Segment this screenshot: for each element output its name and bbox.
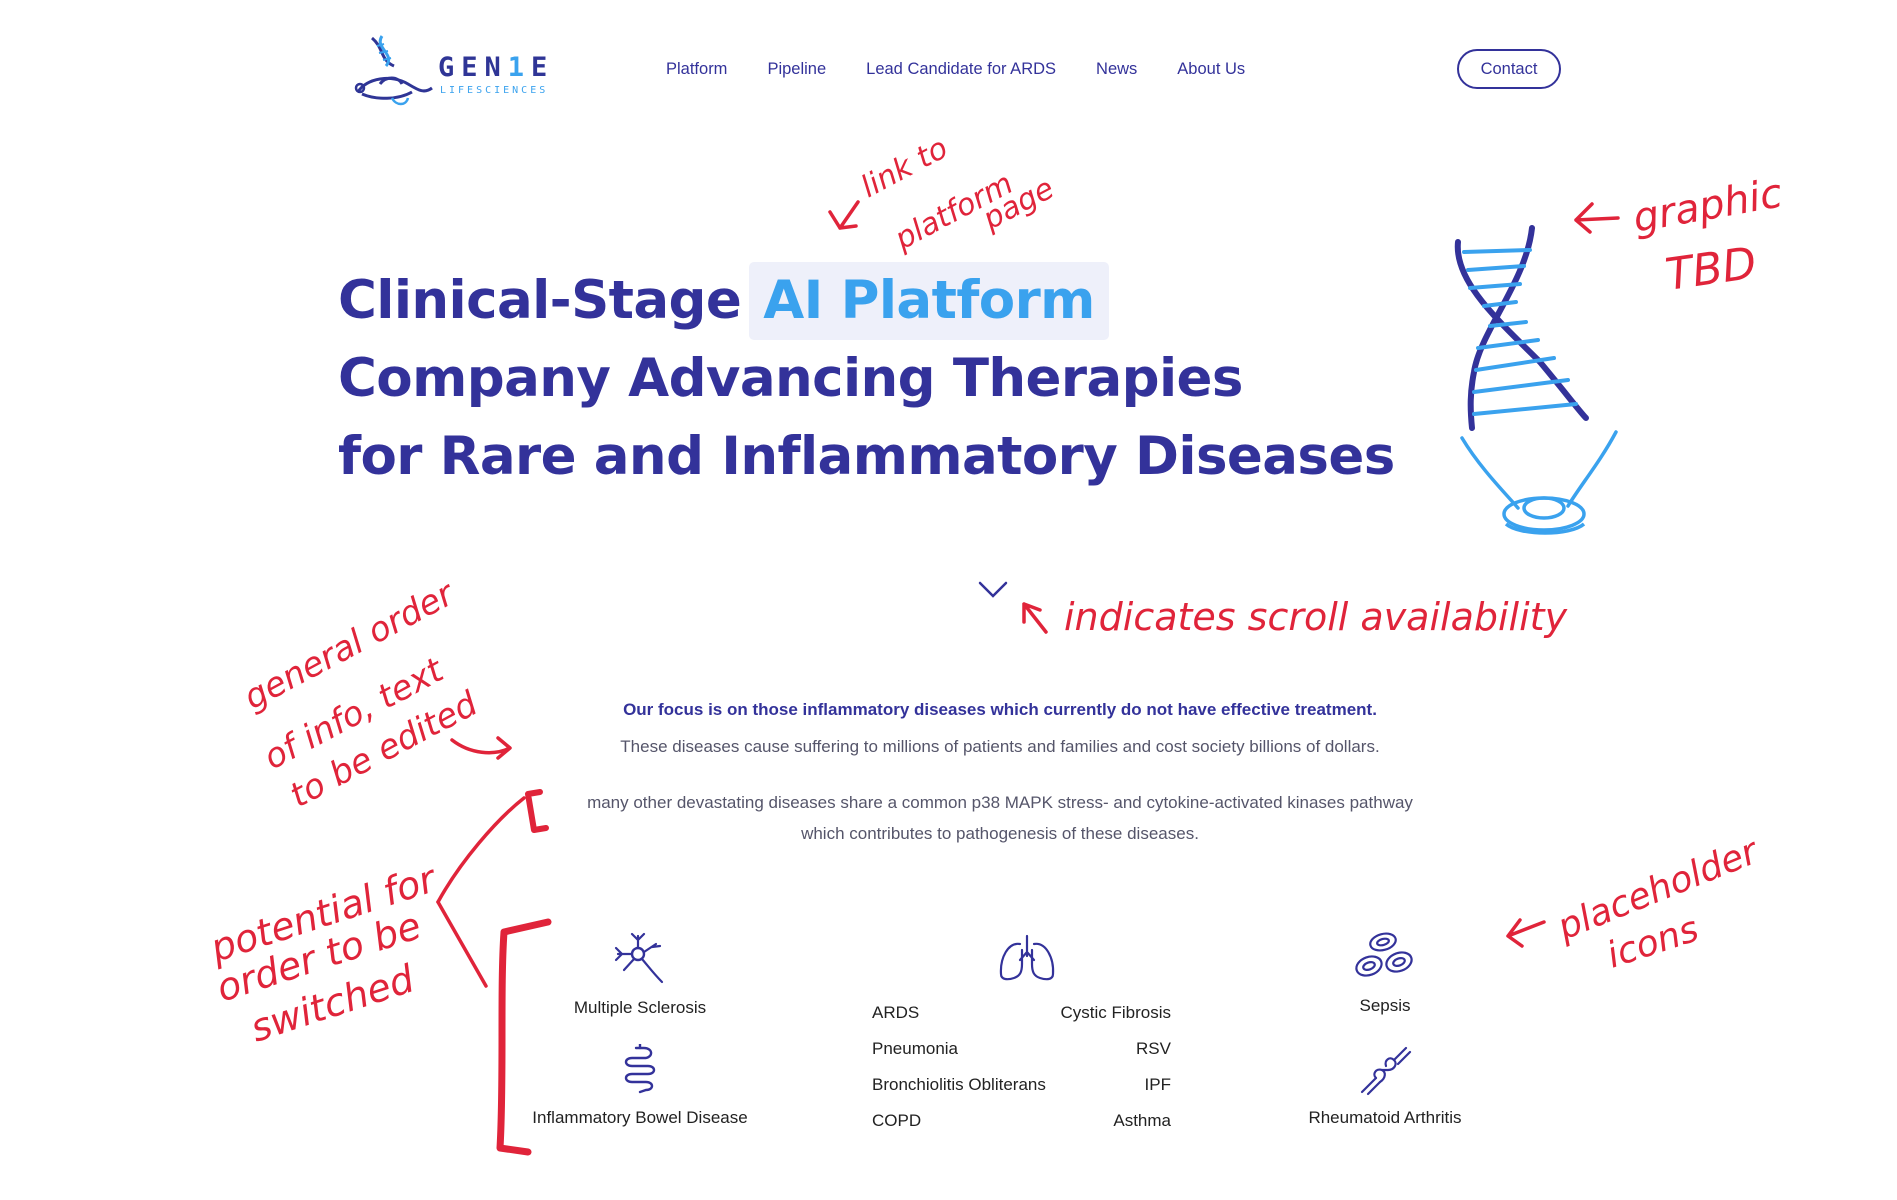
hero-line-1: Clinical-Stage AI Platform	[338, 262, 1395, 340]
hero-prefix: Clinical-Stage	[338, 270, 742, 331]
annotation-link-text-1: link to	[855, 131, 953, 205]
disease-label-rsv: RSV	[1136, 1039, 1171, 1058]
main-nav: Platform Pipeline Lead Candidate for ARD…	[666, 60, 1245, 79]
dna-graphic-icon	[1454, 225, 1618, 535]
annotation-graphic-text-1: graphic	[1630, 170, 1786, 241]
disease-label-ms: Multiple Sclerosis	[573, 998, 707, 1017]
nav-pipeline[interactable]: Pipeline	[767, 60, 826, 79]
chevron-down-icon[interactable]	[978, 580, 1008, 600]
nav-platform[interactable]: Platform	[666, 60, 727, 79]
disease-label-sepsis: Sepsis	[1359, 996, 1411, 1015]
annotation-layer: link to platform page graphic TBD indica…	[204, 131, 1786, 1156]
disease-label-copd: COPD	[872, 1111, 922, 1130]
hero-line-3: for Rare and Inflammatory Diseases	[338, 426, 1395, 487]
annotation-graphic-text-2: TBD	[1662, 238, 1759, 301]
annotation-scroll: indicates scroll availability	[1022, 595, 1568, 639]
brand-name: GEN1E	[438, 52, 555, 83]
intro-cost-text: These diseases cause suffering to millio…	[620, 737, 1380, 756]
annotation-link-text-3: page	[976, 171, 1059, 238]
intro-pathway-line-1: many other devastating diseases share a …	[587, 793, 1413, 812]
annotation-order-text-2: of info, text	[257, 650, 451, 778]
intestine-icon	[624, 1044, 656, 1094]
nav-about-us[interactable]: About Us	[1177, 60, 1245, 79]
annotation-scroll-text: indicates scroll availability	[1064, 595, 1568, 639]
brand-tagline: LIFESCIENCES	[440, 85, 549, 96]
disease-label-ipf: IPF	[1144, 1075, 1171, 1094]
disease-label-ards: ARDS	[872, 1003, 920, 1022]
nav-lead-candidate[interactable]: Lead Candidate for ARDS	[866, 60, 1056, 79]
disease-label-ra: Rheumatoid Arthritis	[1308, 1108, 1462, 1127]
brand-logo[interactable]: GEN1E LIFESCIENCES	[352, 30, 552, 110]
nav-news[interactable]: News	[1096, 60, 1137, 79]
annotation-link-text-2: platform	[888, 166, 1018, 257]
neuron-icon	[614, 932, 664, 984]
disease-ra: Rheumatoid Arthritis	[1265, 1044, 1505, 1128]
hero-platform-link[interactable]: AI Platform	[749, 262, 1109, 340]
disease-sepsis: Sepsis	[1285, 932, 1485, 1016]
annotation-placeholder-icons: placeholder icons	[1506, 830, 1766, 977]
blood-cells-icon	[1355, 932, 1413, 977]
intro-pathway-text: many other devastating diseases share a …	[500, 787, 1500, 849]
annotation-order-text-1: general order	[237, 573, 462, 718]
joint-icon	[1360, 1046, 1412, 1096]
disease-ibd: Inflammatory Bowel Disease	[500, 1044, 780, 1128]
hero-heading: Clinical-Stage AI Platform Company Advanc…	[338, 262, 1395, 496]
annotation-general-order: general order of info, text to be edited	[237, 573, 512, 816]
contact-button[interactable]: Contact	[1457, 49, 1561, 89]
disease-multiple-sclerosis: Multiple Sclerosis	[540, 930, 740, 1018]
dna-logo-icon	[354, 35, 433, 106]
lungs-icon	[999, 934, 1055, 981]
annotation-order-text-3: to be edited	[283, 684, 484, 816]
intro-section: Our focus is on those inflammatory disea…	[500, 700, 1500, 849]
annotation-switch-text-3: switched	[245, 956, 420, 1050]
annotation-switch-text-1: potential for	[204, 856, 443, 971]
annotation-switch-text-2: order to be	[211, 903, 426, 1010]
annotation-icons-text-2: icons	[1602, 909, 1704, 977]
disease-label-pneumonia: Pneumonia	[872, 1039, 959, 1058]
disease-label-bronchiolitis: Bronchiolitis Obliterans	[872, 1075, 1046, 1094]
disease-label-asthma: Asthma	[1113, 1111, 1171, 1130]
annotation-order-switch: potential for order to be switched	[204, 789, 552, 1156]
annotation-icons-text-1: placeholder	[1551, 830, 1765, 948]
disease-label-cystic-fibrosis: Cystic Fibrosis	[1060, 1003, 1171, 1022]
intro-focus-text: Our focus is on those inflammatory disea…	[623, 700, 1377, 719]
disease-label-ibd: Inflammatory Bowel Disease	[532, 1108, 748, 1127]
annotation-link-to-platform: link to platform page	[828, 131, 1060, 258]
hero-line-2: Company Advancing Therapies	[338, 348, 1243, 409]
intro-pathway-line-2: which contributes to pathogenesis of the…	[801, 824, 1199, 843]
